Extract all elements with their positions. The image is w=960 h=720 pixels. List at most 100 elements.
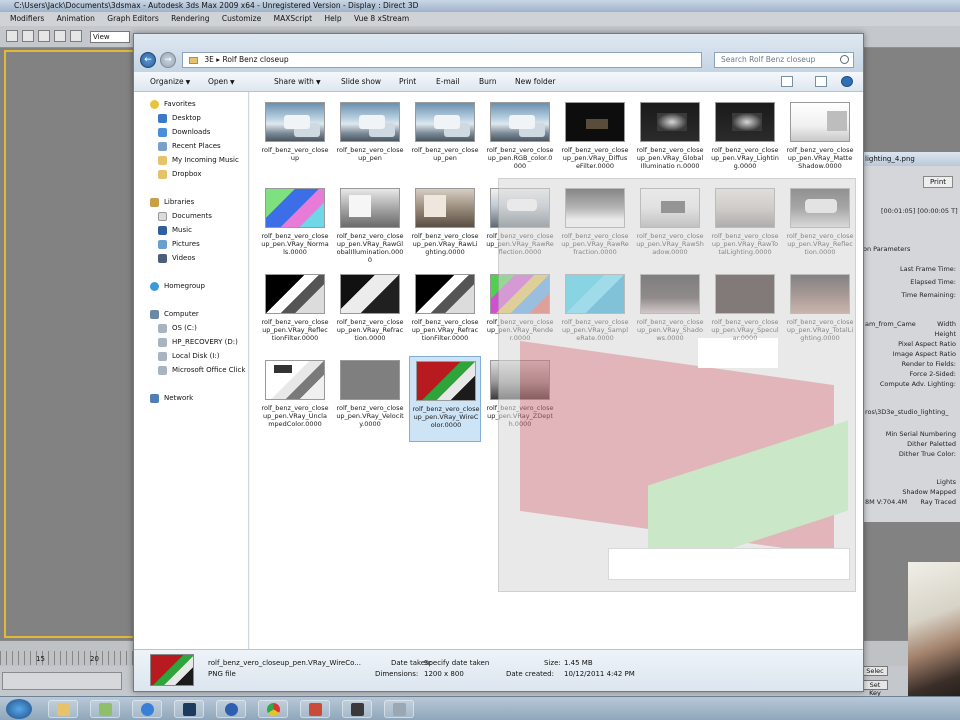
file-tile[interactable]: rolf_benz_vero_closeup_pen.RGB_color.000… bbox=[484, 98, 556, 184]
file-tile[interactable]: rolf_benz_vero_closeup_pen.VRay_RawLight… bbox=[409, 184, 481, 270]
file-tile[interactable]: rolf_benz_vero_closeup_pen bbox=[334, 98, 406, 184]
render-frame-print-button[interactable]: Print bbox=[923, 176, 953, 188]
file-thumbnail bbox=[490, 360, 550, 400]
selected-dropdown[interactable]: Selec bbox=[862, 666, 888, 676]
timeline-ruler[interactable] bbox=[0, 651, 140, 665]
nav-music[interactable]: Music bbox=[134, 224, 249, 237]
nav-os-c[interactable]: OS (C:) bbox=[134, 322, 249, 335]
file-tile[interactable]: rolf_benz_vero_closeup_pen.VRay_RawGloba… bbox=[334, 184, 406, 270]
open-button[interactable]: Open ▼ bbox=[208, 76, 235, 89]
file-tile-selected[interactable]: rolf_benz_vero_closeup_pen.VRay_WireColo… bbox=[409, 356, 481, 442]
nav-computer[interactable]: Computer bbox=[134, 308, 249, 321]
date-taken-value[interactable]: Specify date taken bbox=[424, 659, 489, 668]
nav-favorites[interactable]: Favorites bbox=[134, 98, 249, 111]
burn-button[interactable]: Burn bbox=[479, 76, 497, 88]
file-tile[interactable]: rolf_benz_vero_closeup_pen.VRay_Velocity… bbox=[334, 356, 406, 442]
nav-network[interactable]: Network bbox=[134, 392, 249, 405]
menu-animation[interactable]: Animation bbox=[57, 14, 95, 23]
nav-hp-recovery[interactable]: HP_RECOVERY (D:) bbox=[134, 336, 249, 349]
breadcrumb-current[interactable]: Rolf Benz closeup bbox=[222, 55, 288, 64]
file-tile[interactable]: rolf_benz_vero_closeup_pen.VRay_Specular… bbox=[709, 270, 781, 356]
nav-dropbox[interactable]: Dropbox bbox=[134, 168, 249, 181]
file-thumbnail bbox=[640, 188, 700, 228]
menu-customize[interactable]: Customize bbox=[222, 14, 261, 23]
taskbar-chrome[interactable] bbox=[258, 700, 288, 718]
file-tile[interactable]: rolf_benz_vero_closeup_pen.VRay_Reflecti… bbox=[784, 184, 856, 270]
nav-pictures[interactable]: Pictures bbox=[134, 238, 249, 251]
back-button[interactable]: ← bbox=[140, 52, 156, 68]
taskbar-media[interactable] bbox=[216, 700, 246, 718]
file-tile[interactable]: rolf_benz_vero_closeup_pen.VRay_Unclampe… bbox=[259, 356, 331, 442]
nav-videos[interactable]: Videos bbox=[134, 252, 249, 265]
file-tile[interactable]: rolf_benz_vero_closeup bbox=[259, 98, 331, 184]
link-tool-icon[interactable] bbox=[70, 30, 82, 42]
file-tile[interactable]: rolf_benz_vero_closeup_pen.VRay_Refracti… bbox=[409, 270, 481, 356]
file-tile[interactable]: rolf_benz_vero_closeup_pen.VRay_RawTotal… bbox=[709, 184, 781, 270]
file-tile[interactable]: rolf_benz_vero_closeup_pen.VRay_SampleRa… bbox=[559, 270, 631, 356]
slide-show-button[interactable]: Slide show bbox=[341, 76, 381, 88]
forward-button[interactable]: → bbox=[160, 52, 176, 68]
scale-tool-icon[interactable] bbox=[54, 30, 66, 42]
reference-coord-select[interactable]: View bbox=[90, 31, 130, 43]
breadcrumb-3e[interactable]: 3E bbox=[204, 55, 214, 64]
menu-help[interactable]: Help bbox=[325, 14, 342, 23]
navigation-pane: Favorites Desktop Downloads Recent Place… bbox=[134, 92, 249, 679]
taskbar-explorer[interactable] bbox=[48, 700, 78, 718]
select-tool-icon[interactable] bbox=[6, 30, 18, 42]
taskbar-photoshop[interactable] bbox=[174, 700, 204, 718]
set-key-button[interactable]: Set Key bbox=[862, 680, 888, 697]
menu-graph-editors[interactable]: Graph Editors bbox=[107, 14, 159, 23]
menu-vue[interactable]: Vue 8 xStream bbox=[354, 14, 409, 23]
preview-pane-icon[interactable] bbox=[815, 76, 827, 87]
taskbar-app-9[interactable] bbox=[384, 700, 414, 718]
print-button[interactable]: Print bbox=[399, 76, 416, 88]
file-tile[interactable]: rolf_benz_vero_closeup_pen.VRay_Shadows.… bbox=[634, 270, 706, 356]
file-tile[interactable]: rolf_benz_vero_closeup_pen.VRay_RawRefra… bbox=[559, 184, 631, 270]
new-folder-button[interactable]: New folder bbox=[515, 76, 556, 88]
nav-downloads[interactable]: Downloads bbox=[134, 126, 249, 139]
file-tile[interactable]: rolf_benz_vero_closeup_pen.VRay_RawShado… bbox=[634, 184, 706, 270]
nav-recent-places[interactable]: Recent Places bbox=[134, 140, 249, 153]
rotate-tool-icon[interactable] bbox=[38, 30, 50, 42]
menu-rendering[interactable]: Rendering bbox=[171, 14, 209, 23]
file-tile[interactable]: rolf_benz_vero_closeup_pen bbox=[409, 98, 481, 184]
nav-homegroup[interactable]: Homegroup bbox=[134, 280, 249, 293]
file-tile[interactable]: rolf_benz_vero_closeup_pen.VRay_DiffuseF… bbox=[559, 98, 631, 184]
email-button[interactable]: E-mail bbox=[436, 76, 460, 88]
file-name: rolf_benz_vero_closeup_pen.VRay_RawTotal… bbox=[711, 232, 779, 256]
change-view-icon[interactable] bbox=[781, 76, 793, 87]
share-with-button[interactable]: Share with ▼ bbox=[274, 76, 321, 89]
file-tile[interactable]: rolf_benz_vero_closeup_pen.VRay_ZDepth.0… bbox=[484, 356, 556, 442]
file-tile[interactable]: rolf_benz_vero_closeup_pen.VRay_RawRefle… bbox=[484, 184, 556, 270]
file-tile[interactable]: rolf_benz_vero_closeup_pen.VRay_MatteSha… bbox=[784, 98, 856, 184]
nav-documents[interactable]: Documents bbox=[134, 210, 249, 223]
taskbar-app-2[interactable] bbox=[90, 700, 120, 718]
menu-modifiers[interactable]: Modifiers bbox=[10, 14, 44, 23]
address-bar[interactable]: 3E ▸ Rolf Benz closeup bbox=[182, 52, 702, 68]
taskbar-app-8[interactable] bbox=[342, 700, 372, 718]
move-tool-icon[interactable] bbox=[22, 30, 34, 42]
file-tile[interactable]: rolf_benz_vero_closeup_pen.VRay_GlobalIl… bbox=[634, 98, 706, 184]
taskbar-ie[interactable] bbox=[132, 700, 162, 718]
start-button-icon[interactable] bbox=[6, 699, 32, 719]
help-icon[interactable] bbox=[841, 76, 853, 87]
nav-local-disk[interactable]: Local Disk (I:) bbox=[134, 350, 249, 363]
file-tile[interactable]: rolf_benz_vero_closeup_pen.VRay_Normals.… bbox=[259, 184, 331, 270]
file-tile[interactable]: rolf_benz_vero_closeup_pen.VRay_Render.0… bbox=[484, 270, 556, 356]
nav-desktop[interactable]: Desktop bbox=[134, 112, 249, 125]
search-input[interactable]: Search Rolf Benz closeup bbox=[714, 52, 854, 68]
nav-libraries[interactable]: Libraries bbox=[134, 196, 249, 209]
file-tile[interactable]: rolf_benz_vero_closeup_pen.VRay_Reflecti… bbox=[259, 270, 331, 356]
file-tile[interactable]: rolf_benz_vero_closeup_pen.VRay_TotalLig… bbox=[784, 270, 856, 356]
nav-incoming-music[interactable]: My Incoming Music bbox=[134, 154, 249, 167]
file-tile[interactable]: rolf_benz_vero_closeup_pen.VRay_Refracti… bbox=[334, 270, 406, 356]
menu-maxscript[interactable]: MAXScript bbox=[274, 14, 313, 23]
file-list-area[interactable]: rolf_benz_vero_closeup rolf_benz_vero_cl… bbox=[250, 92, 863, 649]
organize-button[interactable]: Organize ▼ bbox=[150, 76, 190, 89]
file-thumbnail bbox=[490, 274, 550, 314]
file-tile[interactable]: rolf_benz_vero_closeup_pen.VRay_Lighting… bbox=[709, 98, 781, 184]
nav-office-click[interactable]: Microsoft Office Click bbox=[134, 364, 249, 377]
taskbar-app-7[interactable] bbox=[300, 700, 330, 718]
drive-icon bbox=[158, 352, 167, 361]
file-name: rolf_benz_vero_closeup_pen.RGB_color.000… bbox=[486, 146, 554, 170]
